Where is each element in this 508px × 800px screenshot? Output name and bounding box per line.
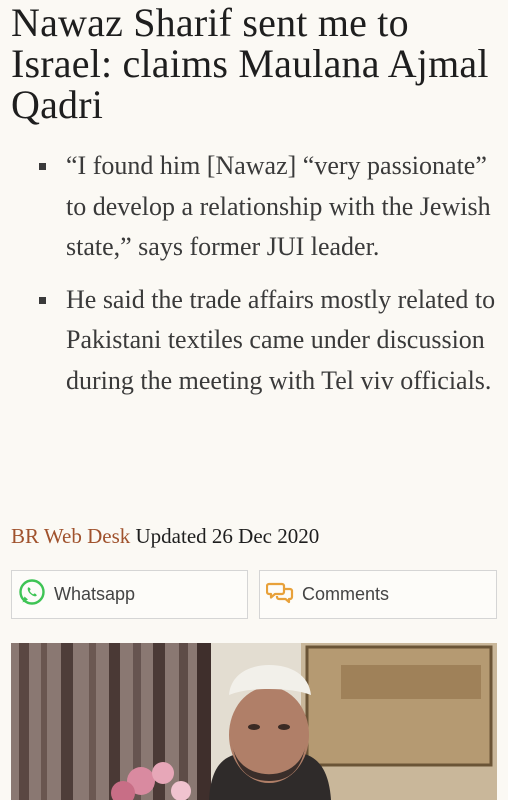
- article-photo: [11, 643, 497, 800]
- article-highlights: “I found him [Nawaz] “very passionate” t…: [0, 146, 508, 413]
- highlight-text: He said the trade affairs mostly related…: [66, 284, 496, 395]
- updated-date: Updated 26 Dec 2020: [135, 524, 320, 548]
- bullet-marker: [39, 163, 46, 170]
- byline: BR Web Desk Updated 26 Dec 2020: [11, 521, 319, 551]
- comments-label: Comments: [302, 584, 390, 604]
- highlight-item: He said the trade affairs mostly related…: [39, 280, 496, 402]
- comments-icon: [265, 580, 294, 609]
- bullet-marker: [39, 296, 46, 304]
- whatsapp-share-button[interactable]: Whatsapp: [11, 570, 248, 619]
- highlight-item: “I found him [Nawaz] “very passionate” t…: [39, 146, 496, 268]
- highlight-text: “I found him [Nawaz] “very passionate” t…: [66, 151, 491, 261]
- article-headline: Nawaz Sharif sent me to Israel: claims M…: [11, 0, 489, 127]
- whatsapp-label: Whatsapp: [54, 584, 136, 604]
- whatsapp-icon: [18, 578, 46, 611]
- comments-button[interactable]: Comments: [259, 570, 497, 619]
- author-link[interactable]: BR Web Desk: [11, 524, 130, 548]
